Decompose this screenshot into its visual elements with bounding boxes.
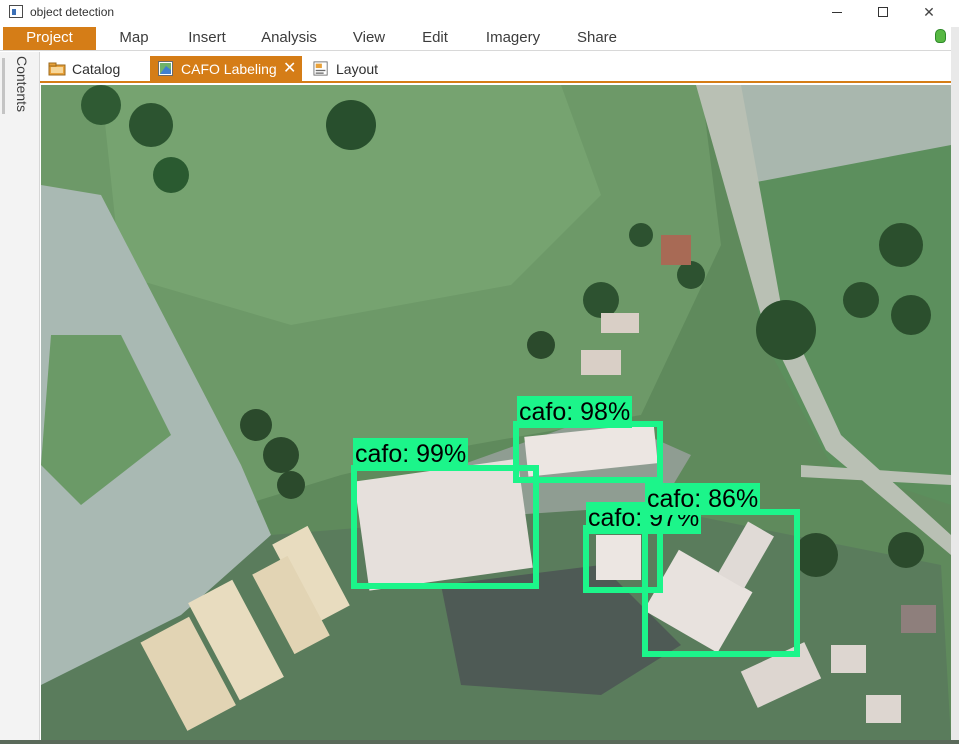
doc-tab-layout[interactable]: Layout bbox=[310, 57, 390, 83]
minimize-button[interactable] bbox=[814, 0, 860, 24]
detection-box bbox=[513, 421, 663, 483]
aerial-imagery bbox=[41, 85, 951, 740]
doc-tab-label: Catalog bbox=[72, 61, 121, 77]
tab-map[interactable]: Map bbox=[104, 27, 164, 50]
ribbon-tabs: Project Map Insert Analysis View Edit Im… bbox=[0, 27, 951, 51]
minimize-icon bbox=[832, 11, 842, 13]
map-bottom-edge bbox=[0, 740, 959, 744]
document-tabs: Catalog CAFO Labeling ✕ Layout bbox=[40, 52, 951, 83]
detection-label: cafo: 98% bbox=[517, 396, 633, 428]
doc-tab-label: Layout bbox=[336, 61, 379, 77]
tab-imagery[interactable]: Imagery bbox=[476, 27, 550, 50]
detection-box bbox=[351, 465, 539, 589]
side-panel bbox=[0, 52, 40, 744]
map-view[interactable]: cafo: 99% cafo: 98% cafo: 97% cafo: 86% bbox=[41, 85, 951, 740]
detection-box bbox=[642, 509, 800, 657]
tab-share[interactable]: Share bbox=[568, 27, 626, 50]
window-title: object detection bbox=[30, 5, 115, 19]
doc-tab-cafo-labeling[interactable]: CAFO Labeling ✕ bbox=[150, 56, 302, 83]
maximize-icon bbox=[878, 7, 888, 17]
layout-page-icon bbox=[313, 61, 328, 76]
maximize-button[interactable] bbox=[860, 0, 906, 24]
tab-edit[interactable]: Edit bbox=[413, 27, 457, 50]
close-tab-icon[interactable]: ✕ bbox=[283, 57, 296, 81]
contents-tab-indicator bbox=[2, 58, 5, 114]
tab-project[interactable]: Project bbox=[3, 27, 96, 50]
doc-tab-label: CAFO Labeling bbox=[181, 61, 277, 77]
vertical-scrollbar[interactable] bbox=[951, 27, 959, 744]
close-icon: ✕ bbox=[923, 3, 935, 20]
detection-label: cafo: 99% bbox=[353, 438, 469, 470]
close-button[interactable]: ✕ bbox=[906, 0, 952, 24]
catalog-folder-icon bbox=[48, 62, 66, 76]
doc-tab-catalog[interactable]: Catalog bbox=[46, 57, 144, 83]
title-bar: object detection ✕ bbox=[0, 0, 959, 26]
contents-pane-tab[interactable]: Contents bbox=[8, 56, 30, 116]
tab-analysis[interactable]: Analysis bbox=[252, 27, 326, 50]
app-icon bbox=[9, 5, 23, 18]
tab-insert[interactable]: Insert bbox=[176, 27, 238, 50]
bug-icon[interactable] bbox=[935, 29, 946, 43]
tab-view[interactable]: View bbox=[344, 27, 394, 50]
detection-label: cafo: 86% bbox=[645, 483, 761, 515]
map-icon bbox=[158, 61, 173, 76]
